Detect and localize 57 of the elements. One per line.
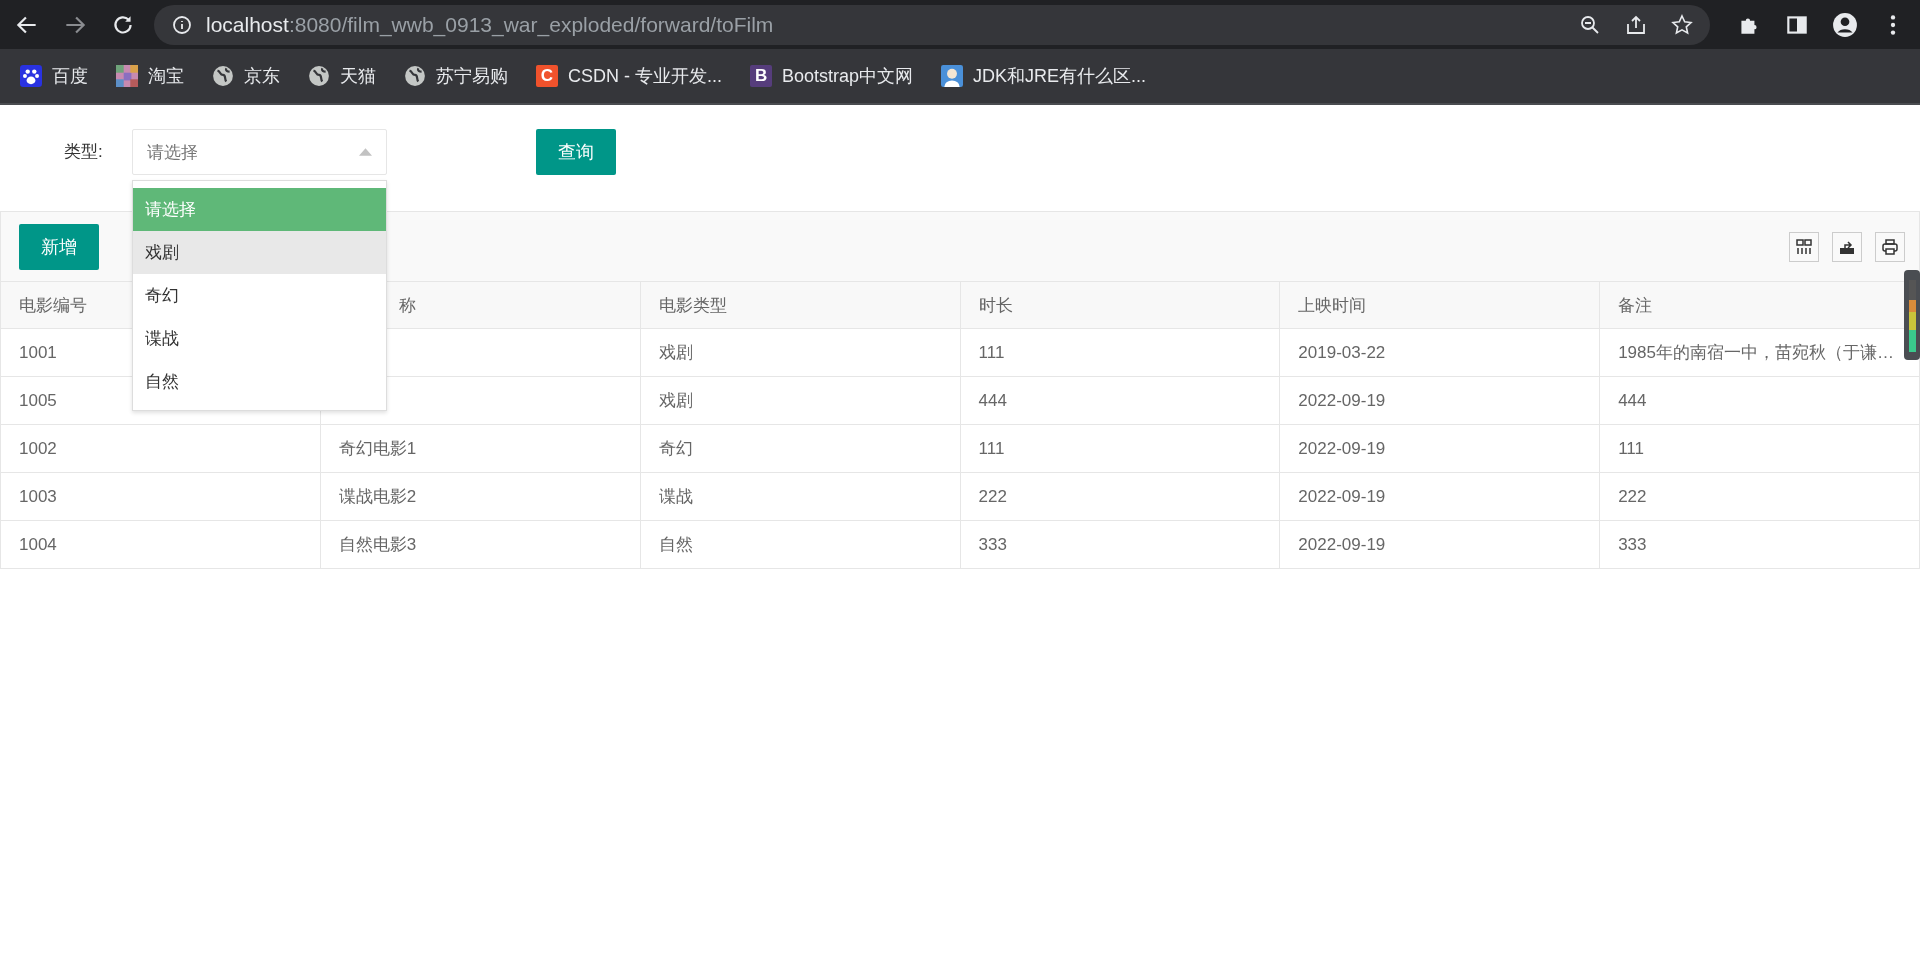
table-cell: 2019-03-22	[1280, 329, 1601, 376]
paw-icon	[20, 65, 42, 87]
table-cell-text: 奇幻电影1	[338, 438, 417, 460]
address-bar[interactable]: localhost:8080/film_wwb_0913_war_exploded/forward/toFilm	[154, 4, 1710, 45]
table-cell: 谍战	[640, 473, 961, 520]
export-icon[interactable]	[1832, 231, 1862, 262]
table-cell: 自然	[640, 521, 961, 568]
bookmark[interactable]: 苏宁易购	[404, 64, 508, 88]
letter-icon: B	[750, 65, 772, 87]
add-button[interactable]: 新增	[19, 223, 99, 270]
print-icon[interactable]	[1875, 231, 1905, 262]
type-select[interactable]: 请选择	[132, 129, 387, 175]
table-cell: 444	[1600, 377, 1920, 424]
bookmark[interactable]: 淘宝	[116, 64, 184, 88]
globe-icon	[404, 65, 426, 87]
dropdown-option[interactable]: 戏剧	[133, 231, 386, 274]
table-cell: 1002	[1, 425, 321, 472]
table-cell: 1004	[1, 521, 321, 568]
table-cell: 222	[1600, 473, 1920, 520]
table-cell: 2022-09-19	[1280, 425, 1601, 472]
bookmark[interactable]: 百度	[20, 64, 88, 88]
globe-icon	[212, 65, 234, 87]
bookmark[interactable]: JDK和JRE有什么区...	[941, 64, 1147, 88]
avatar-icon	[941, 65, 964, 87]
url-path: :8080/film_wwb_0913_war_exploded/forward/toFilm	[288, 12, 774, 37]
table-cell-text: 自然电影3	[338, 534, 417, 556]
type-label: 类型:	[64, 141, 104, 163]
column-header: 上映时间	[1280, 282, 1601, 328]
table-cell: 333	[960, 521, 1281, 568]
url-host: localhost	[206, 12, 289, 36]
table-cell: 333	[1600, 521, 1920, 568]
star-icon[interactable]	[1670, 12, 1694, 37]
bookmark[interactable]: C CSDN - 专业开发...	[536, 64, 722, 88]
bookmark[interactable]: 天猫	[308, 64, 376, 88]
table-cell: 戏剧	[640, 377, 961, 424]
column-header: 时长	[960, 282, 1281, 328]
table-cell: 111	[960, 329, 1281, 376]
table-cell: 222	[960, 473, 1281, 520]
table-cell: 111	[1600, 425, 1920, 472]
table-cell: 奇幻	[640, 425, 961, 472]
table-cell: 444	[960, 377, 1281, 424]
table-cell: 2022-09-19	[1280, 521, 1601, 568]
globe-icon	[308, 65, 330, 87]
column-header: 电影类型	[640, 282, 961, 328]
bookmark[interactable]: 京东	[212, 64, 280, 88]
table-cell-text: 谍战电影2	[338, 486, 417, 508]
bookmark[interactable]: B Bootstrap中文网	[750, 64, 914, 88]
letter-icon: C	[536, 65, 558, 87]
table-cell: 111	[960, 425, 1281, 472]
table-cell: 1003	[1, 473, 321, 520]
mosaic-icon	[116, 65, 138, 87]
dropdown-option[interactable]: 自然	[133, 360, 386, 403]
columns-icon[interactable]	[1789, 231, 1819, 262]
table-cell: 戏剧	[640, 329, 961, 376]
query-button[interactable]: 查询	[536, 129, 616, 175]
table-cell: 2022-09-19	[1280, 473, 1601, 520]
table-cell: 2022-09-19	[1280, 377, 1601, 424]
